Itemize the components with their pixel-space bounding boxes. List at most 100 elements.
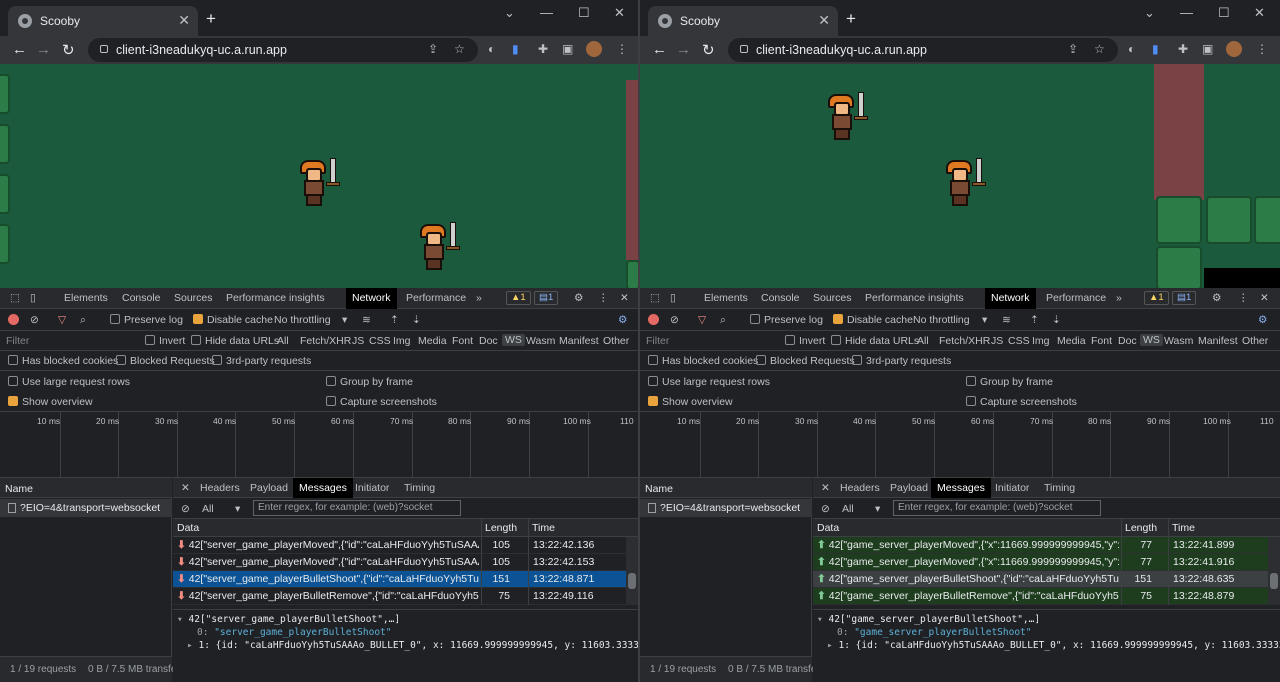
menu-icon[interactable]: ⋮: [1256, 42, 1268, 56]
filter-type-all[interactable]: All: [917, 335, 929, 347]
tab-payload[interactable]: Payload: [250, 482, 288, 494]
filter-type-manifest[interactable]: Manifest: [1198, 335, 1238, 347]
tab-headers[interactable]: Headers: [200, 482, 240, 494]
preserve-log-checkbox[interactable]: [750, 314, 760, 324]
filter-type-ws[interactable]: WS: [1140, 334, 1163, 346]
tab-console[interactable]: Console: [122, 292, 161, 304]
close-icon[interactable]: ✕: [178, 12, 190, 29]
blocked-requests-checkbox[interactable]: [756, 355, 766, 365]
more-tabs-icon[interactable]: »: [476, 292, 482, 304]
filter-input[interactable]: Filter: [6, 335, 29, 347]
tab-messages[interactable]: Messages: [931, 478, 991, 498]
search-icon[interactable]: ⌕: [80, 314, 86, 327]
show-overview-checkbox[interactable]: [648, 396, 658, 406]
wifi-icon[interactable]: ≋: [1002, 314, 1011, 326]
timeline-overview[interactable]: 10 ms 20 ms 30 ms 40 ms 50 ms 60 ms 70 m…: [640, 412, 1280, 478]
extension-icon[interactable]: ◐: [488, 42, 495, 56]
inspect-icon[interactable]: ⬚: [10, 292, 20, 304]
tab-initiator[interactable]: Initiator: [355, 482, 389, 494]
filter-type-media[interactable]: Media: [1057, 335, 1086, 347]
group-by-frame-checkbox[interactable]: [326, 376, 336, 386]
warnings-badge[interactable]: ▲1: [506, 291, 531, 305]
length-column-header[interactable]: Length: [1125, 522, 1157, 534]
filter-type-fetch[interactable]: Fetch/XHR: [939, 335, 990, 347]
request-row[interactable]: ?EIO=4&transport=websocket: [640, 499, 812, 517]
chevron-down-icon[interactable]: ▾: [235, 503, 240, 515]
group-by-frame-checkbox[interactable]: [966, 376, 976, 386]
regex-input[interactable]: Enter regex, for example: (web)?socket: [253, 500, 461, 516]
third-party-checkbox[interactable]: [852, 355, 862, 365]
gear-icon[interactable]: ⚙: [574, 292, 583, 304]
record-icon[interactable]: [648, 314, 659, 325]
regex-input[interactable]: Enter regex, for example: (web)?socket: [893, 500, 1101, 516]
chevron-down-icon[interactable]: ⌄: [1144, 5, 1155, 21]
chevron-down-icon[interactable]: ▾: [875, 503, 880, 515]
tab-console[interactable]: Console: [761, 292, 800, 304]
menu-icon[interactable]: ⋮: [616, 42, 628, 56]
extension-icon[interactable]: ◐: [1128, 42, 1135, 56]
invert-checkbox[interactable]: [785, 335, 795, 345]
chevron-down-icon[interactable]: ⌄: [504, 5, 515, 21]
filter-type-other[interactable]: Other: [1242, 335, 1268, 347]
device-icon[interactable]: ▯: [30, 292, 36, 304]
large-rows-checkbox[interactable]: [8, 376, 18, 386]
messages-badge[interactable]: ▤1: [1172, 291, 1197, 305]
avatar[interactable]: [1226, 41, 1242, 57]
has-blocked-cookies-checkbox[interactable]: [648, 355, 658, 365]
filter-type-media[interactable]: Media: [418, 335, 447, 347]
tab-elements[interactable]: Elements: [64, 292, 108, 304]
close-icon[interactable]: ✕: [614, 5, 625, 21]
browser-tab[interactable]: Scooby ✕: [8, 6, 198, 36]
filter-type-other[interactable]: Other: [603, 335, 629, 347]
filter-type-wasm[interactable]: Wasm: [1164, 335, 1193, 347]
device-icon[interactable]: ▯: [670, 292, 676, 304]
reload-icon[interactable]: ↻: [702, 41, 715, 59]
download-icon[interactable]: ⇣: [412, 314, 421, 326]
gear-icon[interactable]: ⚙: [1258, 314, 1267, 326]
clear-icon[interactable]: ⊘: [821, 503, 830, 515]
gear-icon[interactable]: ⚙: [1212, 292, 1221, 304]
tab-elements[interactable]: Elements: [704, 292, 748, 304]
extension-icon[interactable]: ▮: [1152, 42, 1159, 56]
show-overview-checkbox[interactable]: [8, 396, 18, 406]
tree-item-1[interactable]: ▸ 1: {id: "caLaHFduoYyh5TuSAAAo_BULLET_0…: [187, 640, 638, 651]
extensions-icon[interactable]: ✚: [538, 42, 548, 56]
large-rows-checkbox[interactable]: [648, 376, 658, 386]
minimize-icon[interactable]: —: [1180, 5, 1193, 20]
tab-sources[interactable]: Sources: [813, 292, 852, 304]
message-row[interactable]: ⬆ 42["game_server_playerMoved",{"x":1166…: [813, 537, 1268, 554]
tab-payload[interactable]: Payload: [890, 482, 928, 494]
filter-type-js[interactable]: JS: [991, 335, 1003, 347]
filter-type-font[interactable]: Font: [452, 335, 473, 347]
game-canvas[interactable]: [0, 64, 638, 288]
name-column-header[interactable]: Name: [640, 478, 812, 498]
wifi-icon[interactable]: ≋: [362, 314, 371, 326]
disable-cache-checkbox[interactable]: [193, 314, 203, 324]
avatar[interactable]: [586, 41, 602, 57]
extension-icon[interactable]: ▮: [512, 42, 519, 56]
message-type-select[interactable]: All: [202, 503, 214, 515]
clear-icon[interactable]: ⊘: [30, 314, 39, 326]
tab-headers[interactable]: Headers: [840, 482, 880, 494]
game-canvas[interactable]: [640, 64, 1280, 288]
upload-icon[interactable]: ⇡: [1030, 314, 1039, 326]
throttling-select[interactable]: No throttling: [274, 314, 331, 326]
funnel-icon[interactable]: ▽: [58, 314, 66, 326]
filter-type-fetch[interactable]: Fetch/XHR: [300, 335, 351, 347]
omnibox[interactable]: client-i3neadukyq-uc.a.run.app ⇪ ☆: [728, 38, 1118, 62]
close-icon[interactable]: ✕: [1260, 292, 1269, 304]
hide-data-urls-checkbox[interactable]: [191, 335, 201, 345]
filter-type-js[interactable]: JS: [352, 335, 364, 347]
maximize-icon[interactable]: ☐: [1218, 5, 1230, 21]
filter-type-ws[interactable]: WS: [502, 334, 525, 346]
close-icon[interactable]: ✕: [821, 482, 830, 494]
tab-messages[interactable]: Messages: [293, 478, 353, 498]
tab-timing[interactable]: Timing: [404, 482, 435, 494]
close-icon[interactable]: ✕: [1254, 5, 1265, 21]
warnings-badge[interactable]: ▲1: [1144, 291, 1169, 305]
request-row[interactable]: ?EIO=4&transport=websocket: [0, 499, 172, 517]
time-column-header[interactable]: Time: [532, 522, 555, 534]
plus-icon[interactable]: +: [846, 9, 856, 29]
filter-type-manifest[interactable]: Manifest: [559, 335, 599, 347]
forward-icon[interactable]: →: [676, 41, 691, 58]
